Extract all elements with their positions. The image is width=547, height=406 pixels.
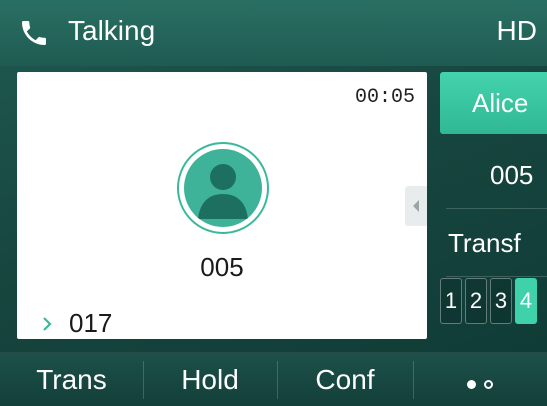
hd-audio-badge: HD [496,15,537,46]
more-softkey[interactable] [413,353,547,406]
dss-key-005[interactable]: 005 [440,144,547,206]
softkey-bar: Trans Hold Conf [0,352,547,406]
contact-avatar-icon [177,142,269,234]
hold-softkey[interactable]: Hold [143,353,277,406]
dss-page-4[interactable]: 4 [515,278,537,324]
call-status-label: Talking [68,15,156,46]
more-dots-icon [467,380,493,389]
dss-page-selector: 1 2 3 4 [440,278,537,324]
held-call-item[interactable]: 017 [39,308,112,339]
chevron-left-icon [413,200,419,212]
dss-page-2[interactable]: 2 [465,278,487,324]
dss-page-1[interactable]: 1 [440,278,462,324]
held-call-number: 017 [69,308,113,338]
dss-page-3[interactable]: 3 [490,278,512,324]
status-bar: Talking HD [0,0,547,66]
expand-panel-button[interactable] [405,186,427,226]
dss-key-alice[interactable]: Alice [440,72,547,134]
active-call-card[interactable]: 00:05 005 017 [17,72,427,339]
remote-party-number: 005 [200,252,244,282]
dss-key-transfer[interactable]: Transf [440,212,547,274]
dss-divider [446,276,547,277]
phone-handset-icon [22,21,46,45]
transfer-softkey[interactable]: Trans [0,353,143,406]
dss-divider [446,208,547,209]
chevron-right-icon [43,316,52,331]
call-timer: 00:05 [354,86,415,109]
conference-softkey[interactable]: Conf [277,353,413,406]
